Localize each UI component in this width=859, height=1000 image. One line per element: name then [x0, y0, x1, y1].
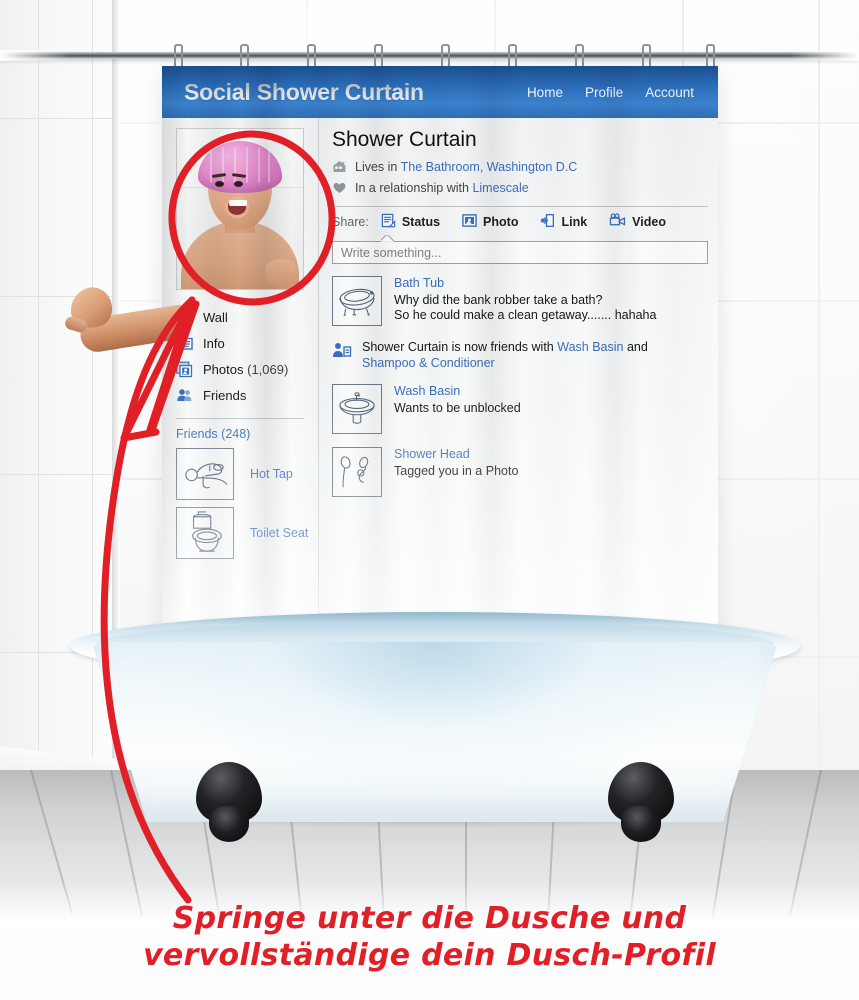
friend-name[interactable]: Hot Tap: [250, 467, 293, 481]
post-text-line2: So he could make a clean getaway....... …: [394, 308, 657, 322]
sidebar-item-info[interactable]: Info: [176, 330, 318, 356]
list-item[interactable]: Bath Tub Why did the bank robber take a …: [332, 276, 708, 326]
profile-content: Shower Curtain Lives in The Bathroom, Wa…: [318, 118, 718, 652]
caption-line-1: Springe unter die Dusche und: [172, 901, 687, 936]
claw-foot-bathtub: [70, 612, 800, 842]
link-icon: [540, 213, 555, 231]
share-photo-button[interactable]: Photo: [462, 213, 518, 231]
people-icon: [176, 387, 193, 404]
list-item[interactable]: Hot Tap: [176, 448, 318, 500]
sidebar: 66 99 Wall: [162, 118, 318, 652]
share-status-label: Status: [401, 215, 441, 229]
post-text-line1: Wants to be unblocked: [394, 401, 521, 415]
app-title: Social Shower Curtain: [184, 78, 424, 105]
list-item[interactable]: Toilet Seat: [176, 507, 318, 559]
share-status-button[interactable]: Status: [381, 213, 440, 231]
list-item: Shower Curtain is now friends with Wash …: [332, 339, 708, 371]
relationship-text: In a relationship with Limescale: [355, 180, 529, 195]
tub-claw-foot: [196, 762, 262, 842]
sidebar-item-wall[interactable]: 66 99 Wall: [176, 304, 318, 330]
page-title: Shower Curtain: [332, 128, 477, 151]
shower-head-icon: [332, 447, 382, 497]
hot-tap-icon: [176, 448, 234, 500]
curtain-rod: [0, 52, 859, 59]
profile-meta-location: Lives in The Bathroom, Washington D.C: [332, 156, 708, 177]
sidebar-item-label: Wall: [203, 309, 228, 325]
friend-add-icon: [332, 341, 352, 359]
friends-heading: Friends (248): [176, 427, 251, 441]
tub-claw-foot: [608, 762, 674, 842]
sidebar-item-label: Info: [203, 335, 225, 351]
poster-scene: Social Shower Curtain Home Profile Accou…: [0, 0, 859, 1000]
nav-profile[interactable]: Profile: [585, 85, 623, 100]
sidebar-item-label: Friends: [203, 387, 247, 403]
story-text: Shower Curtain is now friends with Wash …: [362, 340, 648, 370]
caption: Springe unter die Dusche und vervollstän…: [0, 900, 859, 974]
relationship-link[interactable]: Limescale: [472, 181, 528, 195]
caption-line-2: vervollständige dein Dusch-Profil: [143, 938, 716, 973]
tub-body: [92, 642, 778, 822]
feed: Bath Tub Why did the bank robber take a …: [332, 276, 708, 497]
sidebar-item-friends[interactable]: Friends: [176, 382, 318, 408]
share-link-label: Link: [561, 215, 588, 229]
share-photo-label: Photo: [483, 215, 519, 229]
post-author[interactable]: Bath Tub: [394, 276, 708, 290]
rod-fade-right: [789, 50, 859, 61]
list-item[interactable]: Wash Basin Wants to be unblocked: [332, 384, 708, 434]
toilet-seat-icon: [176, 507, 234, 559]
location-text: Lives in The Bathroom, Washington D.C: [355, 159, 578, 174]
post-text-line1: Why did the bank robber take a bath?: [394, 293, 603, 307]
wash-basin-icon: [332, 384, 382, 434]
nav-home[interactable]: Home: [527, 85, 563, 100]
app-main: 66 99 Wall: [162, 118, 718, 652]
sidebar-nav: 66 99 Wall: [176, 304, 318, 408]
nav-account[interactable]: Account: [645, 85, 694, 100]
search-input[interactable]: Write something...: [332, 241, 708, 264]
house-icon: [332, 159, 347, 174]
friend-name[interactable]: Toilet Seat: [250, 526, 308, 540]
rod-fade-left: [0, 50, 70, 61]
share-bar: Share: Status Photo Link Video: [332, 207, 708, 237]
app-header: Social Shower Curtain Home Profile Accou…: [162, 66, 718, 118]
post-text-line1: Tagged you in a Photo: [394, 464, 519, 478]
composer-notch: [381, 235, 395, 242]
avatar[interactable]: [176, 128, 304, 290]
sidebar-divider: [176, 418, 304, 419]
status-icon: [381, 213, 396, 231]
composer-placeholder: Write something...: [341, 245, 442, 260]
shower-curtain-profile-page: Social Shower Curtain Home Profile Accou…: [162, 66, 718, 652]
heart-icon: [332, 180, 347, 195]
post-author[interactable]: Wash Basin: [394, 384, 708, 398]
share-video-button[interactable]: Video: [609, 213, 666, 231]
video-icon: [609, 213, 626, 231]
location-link[interactable]: The Bathroom, Washington D.C: [401, 160, 578, 174]
sidebar-item-photos[interactable]: Photos (1,069): [176, 356, 318, 382]
share-label: Share:: [332, 215, 369, 229]
profile-meta-relationship: In a relationship with Limescale: [332, 177, 708, 198]
sidebar-item-label: Photos (1,069): [203, 361, 289, 377]
share-video-label: Video: [632, 215, 666, 229]
story-link-1[interactable]: Wash Basin: [557, 340, 623, 354]
app-nav: Home Profile Account: [527, 85, 696, 100]
bath-tub-icon: [332, 276, 382, 326]
list-item[interactable]: Shower Head Tagged you in a Photo: [332, 447, 708, 497]
story-link-2[interactable]: Shampoo & Conditioner: [362, 356, 495, 370]
share-link-button[interactable]: Link: [540, 213, 587, 231]
post-author[interactable]: Shower Head: [394, 447, 708, 461]
arm-reaching-out-of-curtain: [62, 278, 192, 368]
photo-icon: [462, 213, 477, 231]
photos-count: (1,069): [247, 361, 289, 377]
